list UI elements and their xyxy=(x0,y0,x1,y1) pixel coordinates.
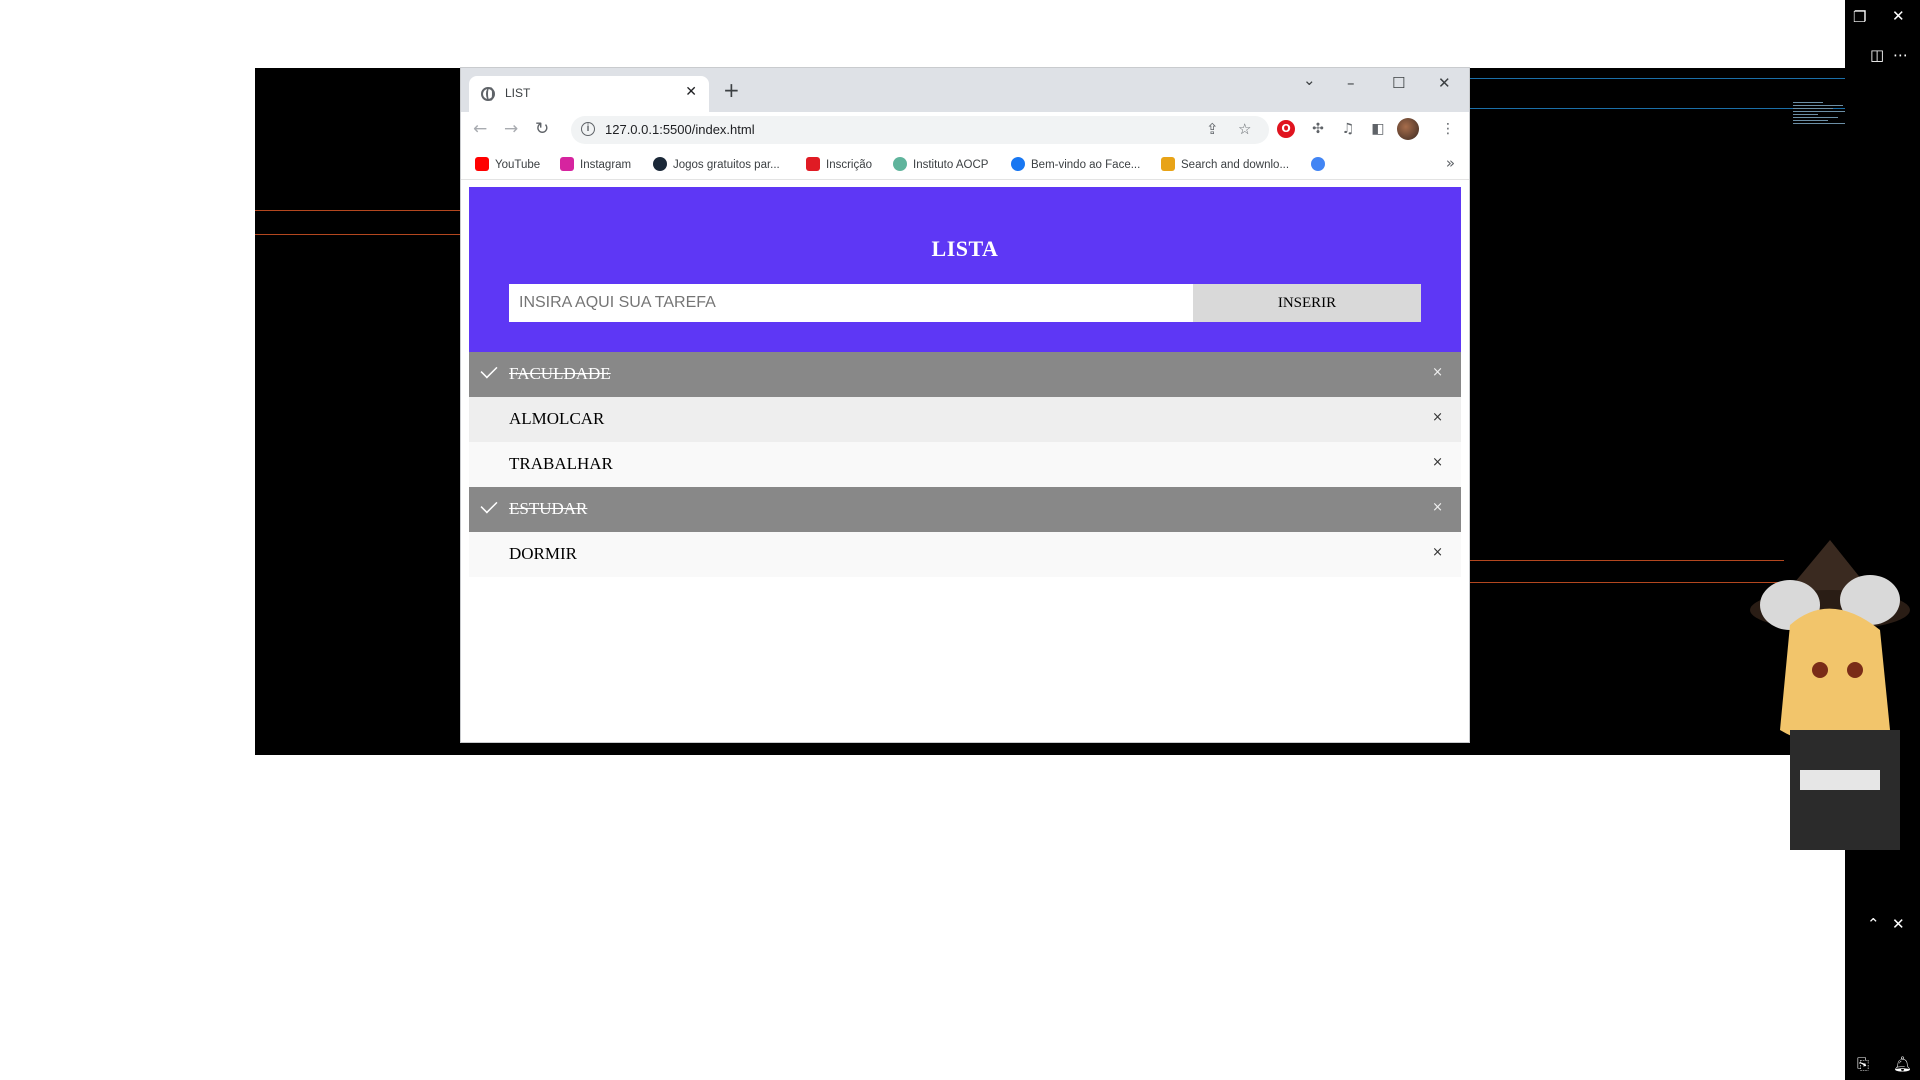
editor-guide-line xyxy=(1469,78,1845,79)
list-header: LISTA INSERIR xyxy=(469,187,1461,352)
bookmark-steam[interactable]: Jogos gratuitos par... xyxy=(653,157,780,171)
restore-icon[interactable]: ❐ xyxy=(1853,8,1866,26)
character-illustration xyxy=(1750,540,1910,850)
bookmark-instagram[interactable]: Instagram xyxy=(560,157,631,171)
bookmarks-bar: YouTube Instagram Jogos gratuitos par...… xyxy=(461,148,1469,180)
url-text[interactable]: 127.0.0.1:5500/index.html xyxy=(605,122,755,137)
bookmark-google[interactable] xyxy=(1311,157,1331,171)
back-icon[interactable]: ← xyxy=(473,119,487,139)
instagram-icon xyxy=(560,157,574,171)
bookmark-inscricao[interactable]: Inscrição xyxy=(806,157,872,171)
page-content: LISTA INSERIR FACULDADE × ALMOLCAR × TRA… xyxy=(469,187,1461,740)
editor-minimap xyxy=(1793,100,1853,160)
chevron-up-icon[interactable]: ⌃ xyxy=(1867,915,1880,933)
insert-button[interactable]: INSERIR xyxy=(1193,284,1421,322)
site-info-icon[interactable]: i xyxy=(581,122,595,136)
facebook-icon xyxy=(1011,157,1025,171)
side-panel-icon[interactable]: ◧ xyxy=(1369,120,1387,138)
check-icon xyxy=(480,361,498,379)
browser-window: LIST ✕ + ⌄ – ☐ ✕ ← → ↻ i 127.0.0.1:5500/… xyxy=(461,68,1469,742)
task-text: TRABALHAR xyxy=(509,454,613,473)
address-bar[interactable]: i 127.0.0.1:5500/index.html ⇪ ☆ xyxy=(571,116,1269,144)
task-input[interactable] xyxy=(509,284,1193,322)
youtube-icon xyxy=(475,157,489,171)
bell-icon[interactable]: 🔔︎ xyxy=(1893,1055,1912,1073)
editor-guide-line xyxy=(255,234,461,235)
close-window-button[interactable]: ✕ xyxy=(1438,74,1451,92)
browser-toolbar: ← → ↻ i 127.0.0.1:5500/index.html ⇪ ☆ O … xyxy=(461,112,1469,148)
task-text: DORMIR xyxy=(509,544,578,563)
page-title: LISTA xyxy=(931,236,999,261)
more-icon[interactable]: ⋯ xyxy=(1893,46,1908,64)
star-icon[interactable]: ☆ xyxy=(1238,120,1251,138)
tab-title: LIST xyxy=(505,86,531,100)
list-item[interactable]: FACULDADE × xyxy=(469,352,1461,397)
tab-strip: LIST ✕ + ⌄ – ☐ ✕ xyxy=(461,68,1469,112)
puzzle-icon[interactable]: ✣ xyxy=(1309,120,1327,138)
remote-icon[interactable]: ⎘ xyxy=(1857,1055,1869,1073)
opera-extension-icon[interactable]: O xyxy=(1277,120,1295,138)
task-text: ESTUDAR xyxy=(509,499,588,518)
list-item[interactable]: ALMOLCAR × xyxy=(469,397,1461,442)
editor-guide-line xyxy=(1469,108,1845,109)
bookmarks-overflow-icon[interactable]: » xyxy=(1446,154,1455,172)
tab-close-icon[interactable]: ✕ xyxy=(685,84,697,100)
list-item[interactable]: ESTUDAR × xyxy=(469,487,1461,532)
delete-task-icon[interactable]: × xyxy=(1432,410,1443,425)
forward-icon[interactable]: → xyxy=(504,119,518,139)
bookmark-search-download[interactable]: Search and downlo... xyxy=(1161,157,1289,171)
bookmark-aocp[interactable]: Instituto AOCP xyxy=(893,157,988,171)
steam-icon xyxy=(653,157,667,171)
list-item[interactable]: TRABALHAR × xyxy=(469,442,1461,487)
reload-icon[interactable]: ↻ xyxy=(535,119,549,139)
aocp-icon xyxy=(893,157,907,171)
media-control-icon[interactable]: ♫ xyxy=(1339,120,1357,138)
task-list: FACULDADE × ALMOLCAR × TRABALHAR × ESTUD… xyxy=(469,352,1461,577)
split-editor-icon[interactable]: ◫ xyxy=(1870,46,1884,64)
close-icon[interactable]: ✕ xyxy=(1892,915,1905,933)
bookmark-facebook[interactable]: Bem-vindo ao Face... xyxy=(1011,157,1140,171)
minimize-button[interactable]: – xyxy=(1347,74,1355,92)
maximize-button[interactable]: ☐ xyxy=(1392,74,1405,92)
delete-task-icon[interactable]: × xyxy=(1432,455,1443,470)
menu-icon[interactable]: ⋮ xyxy=(1439,120,1457,138)
new-tab-button[interactable]: + xyxy=(723,78,740,102)
profile-avatar[interactable] xyxy=(1397,118,1419,140)
tab-search-icon[interactable]: ⌄ xyxy=(1303,71,1316,89)
tab-list[interactable]: LIST ✕ xyxy=(469,76,709,112)
shield-icon xyxy=(806,157,820,171)
download-site-icon xyxy=(1161,157,1175,171)
editor-guide-line xyxy=(255,210,461,211)
globe-icon xyxy=(481,87,495,101)
list-item[interactable]: DORMIR × xyxy=(469,532,1461,577)
google-icon xyxy=(1311,157,1325,171)
bookmark-youtube[interactable]: YouTube xyxy=(475,157,540,171)
delete-task-icon[interactable]: × xyxy=(1432,545,1443,560)
task-text: ALMOLCAR xyxy=(509,409,605,428)
task-text: FACULDADE xyxy=(509,364,611,383)
delete-task-icon[interactable]: × xyxy=(1432,365,1443,380)
close-icon[interactable]: ✕ xyxy=(1892,7,1905,25)
check-icon xyxy=(480,496,498,514)
share-icon[interactable]: ⇪ xyxy=(1206,120,1219,138)
delete-task-icon[interactable]: × xyxy=(1432,500,1443,515)
